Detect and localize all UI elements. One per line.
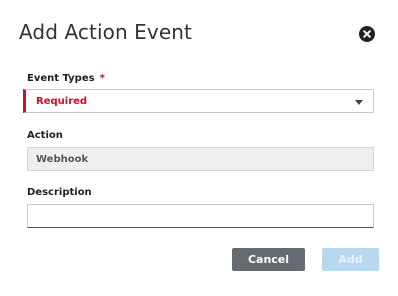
required-marker: * [99, 73, 105, 84]
event-types-label: Event Types * [27, 73, 105, 84]
event-types-select-value: Required [36, 96, 88, 107]
dialog-title: Add Action Event [19, 20, 192, 44]
cancel-button[interactable]: Cancel [232, 248, 305, 271]
action-field: Webhook [27, 147, 374, 171]
action-field-value: Webhook [36, 154, 89, 165]
close-icon[interactable] [359, 26, 375, 42]
chevron-down-icon [355, 100, 363, 105]
add-button[interactable]: Add [322, 248, 379, 271]
description-label: Description [27, 187, 92, 198]
action-label: Action [27, 130, 63, 141]
description-input[interactable] [27, 204, 374, 228]
event-types-label-text: Event Types [27, 73, 95, 84]
event-types-select[interactable]: Required [23, 89, 374, 113]
add-action-event-dialog: Add Action Event Event Types * Required A… [0, 0, 398, 296]
